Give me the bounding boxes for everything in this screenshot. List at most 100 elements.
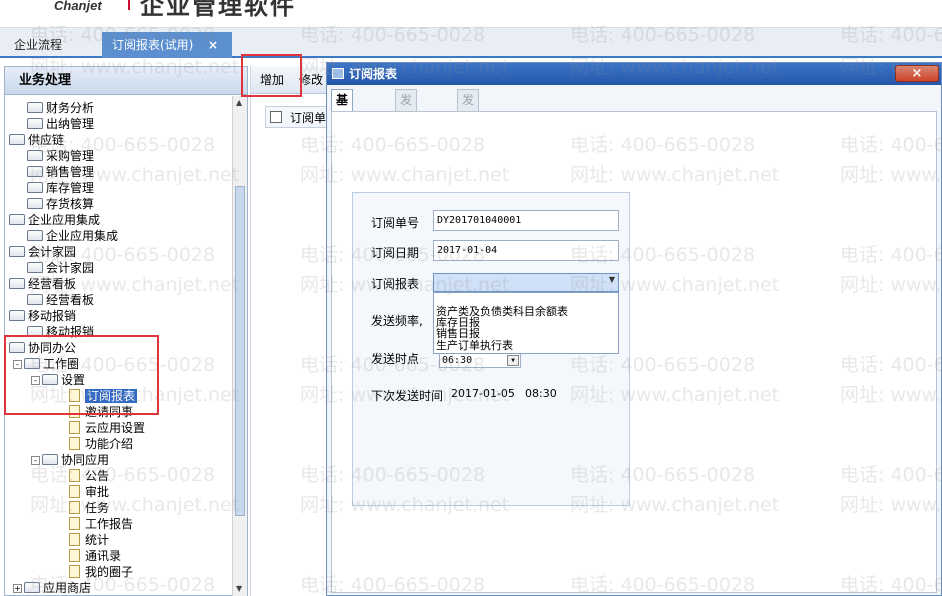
tree-node[interactable]: 企业应用集成 [9, 212, 100, 228]
tree-scrollbar[interactable]: ▲ ▼ [232, 96, 247, 596]
document-icon [69, 549, 80, 562]
tree-node-label: 功能介绍 [85, 437, 134, 451]
tab-subscribe-report[interactable]: 订阅报表(试用) × [102, 32, 232, 58]
send-time-field[interactable]: 06:30 ▼ [439, 353, 521, 368]
tree-node[interactable]: 经营看板 [27, 292, 94, 308]
time-spinner-icon[interactable]: ▼ [507, 355, 519, 366]
grid-header: 订阅单 [265, 106, 331, 128]
next-send-label: 下次发送时间 [371, 389, 444, 403]
app-header: Chanjet 企业管理软件 [0, 0, 942, 28]
tree-node[interactable]: 功能介绍 [69, 436, 133, 452]
chanjet-logo: Chanjet [54, 0, 102, 13]
tree-node[interactable]: 库存管理 [27, 180, 94, 196]
scroll-up-icon[interactable]: ▲ [236, 98, 242, 107]
tree-node[interactable]: 财务分析 [27, 100, 94, 116]
scroll-thumb[interactable] [235, 186, 245, 516]
tree-node[interactable]: 统计 [69, 532, 109, 548]
dropdown-option[interactable]: 销售日报 [436, 328, 480, 339]
tree-node[interactable]: 会计家园 [9, 244, 76, 260]
order-no-field[interactable]: DY201701040001 [433, 210, 619, 231]
dialog-close-button[interactable]: × [895, 65, 939, 82]
folder-icon [27, 198, 43, 209]
tree-node-label: 经营看板 [28, 277, 77, 291]
document-icon [69, 533, 80, 546]
tree-node-label: 任务 [85, 501, 110, 515]
tree-node[interactable]: 云应用设置 [69, 420, 145, 436]
folder-icon [27, 230, 43, 241]
tree-node[interactable]: 通讯录 [69, 548, 121, 564]
tab-send-targets[interactable]: 发送对象 [457, 89, 480, 167]
tree-node-label: 出纳管理 [46, 117, 95, 131]
folder-open-icon [9, 278, 25, 289]
brand-title: 企业管理软件 [140, 0, 296, 20]
document-icon [69, 469, 80, 482]
tree-node[interactable]: 出纳管理 [27, 116, 94, 132]
document-icon [69, 485, 80, 498]
date-field[interactable]: 2017-01-04 [433, 240, 619, 261]
select-all-checkbox[interactable] [270, 111, 282, 123]
tab-label: 企业流程 [14, 38, 63, 52]
scroll-down-icon[interactable]: ▼ [236, 584, 242, 593]
tree-node[interactable]: 采购管理 [27, 148, 94, 164]
grid-column-header: 订阅单 [290, 111, 327, 125]
tree-node[interactable]: 我的圈子 [69, 564, 133, 580]
tree-node-label: 统计 [85, 533, 110, 547]
report-dropdown-list[interactable]: 资产类及负债类科目余额表 库存日报 销售日报 生产订单执行表 [433, 292, 619, 354]
date-label: 订阅日期 [371, 246, 420, 260]
tab-bar: 企业流程 订阅报表(试用) × [0, 28, 942, 58]
folder-icon [27, 182, 43, 193]
folder-icon [27, 294, 43, 305]
dialog-title: 订阅报表 [349, 67, 398, 81]
tab-enterprise-flow[interactable]: 企业流程 [4, 32, 72, 58]
tree-node[interactable]: 企业应用集成 [27, 228, 118, 244]
folder-open-icon [9, 134, 25, 145]
tree-node[interactable]: 审批 [69, 484, 109, 500]
tree-node[interactable]: 存货核算 [27, 196, 94, 212]
folder-icon [27, 150, 43, 161]
folder-icon [27, 166, 43, 177]
send-time-value: 06:30 [442, 355, 473, 366]
tree-node[interactable]: - 协同应用 [31, 452, 109, 468]
tree-node[interactable]: 工作报告 [69, 516, 133, 532]
tree-node[interactable]: 会计家园 [27, 260, 94, 276]
tree-node-label: 财务分析 [46, 101, 95, 115]
tree-node-label: 会计家园 [46, 261, 95, 275]
chevron-down-icon[interactable]: ▼ [609, 275, 615, 284]
subscribe-report-dialog: 订阅报表 × 基本信息 发送条件 发送对象 订阅单号 DY20170104000… [326, 62, 942, 596]
window-icon [332, 68, 344, 79]
tree-node[interactable]: 任务 [69, 500, 109, 516]
highlight-add-button [241, 54, 302, 97]
tree-node-label: 审批 [85, 485, 110, 499]
send-frequency-label: 发送频率, [371, 314, 423, 328]
edit-button[interactable]: 修改 [299, 70, 323, 90]
expand-icon[interactable]: + [13, 584, 22, 593]
tree-node[interactable]: 销售管理 [27, 164, 94, 180]
tree-node[interactable]: 供应链 [9, 132, 64, 148]
close-icon[interactable]: × [208, 32, 218, 58]
folder-icon [27, 102, 43, 113]
tree-node[interactable]: 公告 [69, 468, 109, 484]
tab-label: 订阅报表(试用) [112, 38, 194, 52]
document-icon [69, 517, 80, 530]
tree-node[interactable]: 经营看板 [9, 276, 76, 292]
document-icon [69, 421, 80, 434]
folder-open-icon [9, 214, 25, 225]
collapse-icon[interactable]: - [31, 456, 40, 465]
dialog-titlebar[interactable]: 订阅报表 × [327, 63, 941, 85]
tree-node-label: 会计家园 [28, 245, 77, 259]
folder-icon [27, 118, 43, 129]
tree-node-label: 移动报销 [28, 309, 77, 323]
tree-node-label: 存货核算 [46, 197, 95, 211]
tab-send-conditions[interactable]: 发送条件 [395, 89, 418, 167]
next-send-date: 2017-01-05 [451, 387, 515, 400]
tree-node-label: 云应用设置 [85, 421, 146, 435]
report-select[interactable]: ▼ [433, 273, 619, 292]
tab-basic-info[interactable]: 基本信息 [331, 89, 354, 167]
basic-info-form: 订阅单号 DY201701040001 订阅日期 2017-01-04 订阅报表… [352, 192, 630, 506]
tree-node-label: 供应链 [28, 133, 65, 147]
tree-node[interactable]: + 应用商店 [13, 580, 91, 596]
document-icon [69, 501, 80, 514]
dialog-body: 订阅单号 DY201701040001 订阅日期 2017-01-04 订阅报表… [331, 111, 937, 593]
tree-node[interactable]: 移动报销 [9, 308, 76, 324]
dropdown-option[interactable]: 生产订单执行表 [436, 340, 513, 351]
